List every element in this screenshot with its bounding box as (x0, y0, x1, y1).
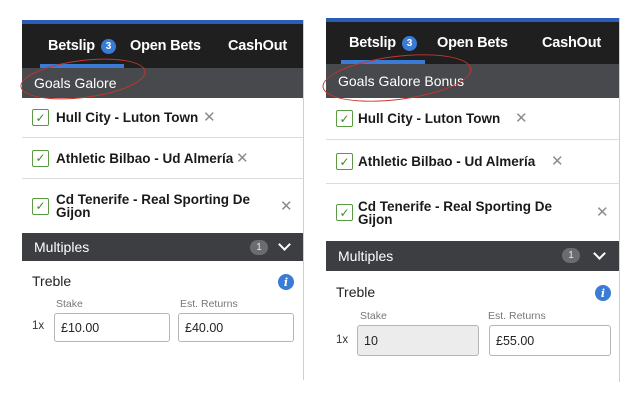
check-icon[interactable]: ✓ (336, 204, 353, 221)
betslip-header: Betslip 3 Open Bets CashOut (326, 18, 619, 64)
close-icon[interactable]: ✕ (280, 199, 293, 214)
multiples-label: Multiples (338, 248, 394, 264)
close-icon[interactable]: ✕ (551, 154, 564, 169)
bet-multiplier: 1x (32, 320, 45, 332)
tab-open-bets-label: Open Bets (130, 38, 201, 54)
close-icon[interactable]: ✕ (596, 205, 609, 220)
selection-row: ✓ Cd Tenerife - Real Sporting De Gijon ✕ (22, 179, 303, 233)
tab-open-bets-label: Open Bets (437, 35, 508, 51)
selection-name: Cd Tenerife - Real Sporting De Gijon (56, 192, 251, 220)
close-icon[interactable]: ✕ (515, 111, 528, 126)
info-icon[interactable]: i (278, 274, 294, 290)
tab-betslip-label: Betslip (349, 35, 396, 51)
promo-title: Goals Galore (34, 75, 117, 91)
promo-title: Goals Galore Bonus (338, 73, 465, 89)
betslip-count-badge: 3 (100, 38, 116, 54)
check-icon[interactable]: ✓ (32, 149, 49, 167)
selection-name: Athletic Bilbao - Ud Almería (358, 154, 536, 169)
selection-row: ✓ Hull City - Luton Town ✕ (326, 98, 619, 140)
chevron-down-icon[interactable] (593, 247, 606, 260)
tab-open-bets[interactable]: Open Bets (130, 24, 201, 68)
betslip-panel-left: Betslip 3 Open Bets CashOut Goals Galore… (18, 20, 304, 380)
selection-row: ✓ Athletic Bilbao - Ud Almería ✕ (22, 138, 303, 179)
betslip-panel-right: Betslip 3 Open Bets CashOut Goals Galore… (319, 18, 620, 382)
bet-type-label: Treble (336, 284, 376, 300)
promo-title-bar: Goals Galore (22, 68, 303, 98)
stake-input[interactable]: 10 (357, 325, 479, 356)
tab-betslip[interactable]: Betslip 3 (40, 24, 124, 68)
betslip-header: Betslip 3 Open Bets CashOut (22, 20, 303, 68)
stake-input[interactable]: £10.00 (54, 313, 170, 342)
bet-multiplier: 1x (336, 334, 349, 346)
selection-name: Athletic Bilbao - Ud Almería (56, 150, 234, 166)
tab-betslip[interactable]: Betslip 3 (341, 22, 425, 64)
info-icon[interactable]: i (595, 285, 611, 301)
tab-cashout[interactable]: CashOut (228, 24, 287, 68)
bet-type-label: Treble (32, 273, 72, 289)
multiples-header[interactable]: Multiples 1 (326, 241, 619, 271)
chevron-down-icon[interactable] (278, 238, 291, 251)
selection-name: Hull City - Luton Town (358, 111, 501, 126)
close-icon[interactable]: ✕ (236, 151, 249, 166)
tab-cashout[interactable]: CashOut (542, 22, 601, 64)
multiples-count: 1 (250, 240, 268, 255)
check-icon[interactable]: ✓ (336, 153, 353, 170)
stake-label: Stake (56, 298, 83, 310)
multiples-count: 1 (562, 248, 580, 263)
returns-label: Est. Returns (180, 298, 238, 310)
multiples-label: Multiples (34, 239, 90, 255)
multiples-header[interactable]: Multiples 1 (22, 233, 303, 261)
check-icon[interactable]: ✓ (32, 109, 49, 126)
check-icon[interactable]: ✓ (32, 197, 49, 215)
tab-cashout-label: CashOut (228, 38, 288, 54)
check-icon[interactable]: ✓ (336, 110, 353, 127)
tab-open-bets[interactable]: Open Bets (437, 22, 508, 64)
stake-label: Stake (360, 310, 387, 322)
selection-name: Cd Tenerife - Real Sporting De Gijon (358, 198, 553, 227)
betslip-count-badge: 3 (401, 35, 417, 51)
returns-field: £40.00 (178, 313, 294, 342)
tab-cashout-label: CashOut (542, 35, 602, 51)
selection-row: ✓ Athletic Bilbao - Ud Almería ✕ (326, 140, 619, 184)
returns-field: £55.00 (489, 325, 611, 356)
selection-name: Hull City - Luton Town (56, 110, 199, 125)
returns-label: Est. Returns (488, 310, 546, 322)
close-icon[interactable]: ✕ (203, 110, 216, 125)
promo-title-bar: Goals Galore Bonus (326, 64, 619, 98)
selection-row: ✓ Hull City - Luton Town ✕ (22, 98, 303, 138)
selection-row: ✓ Cd Tenerife - Real Sporting De Gijon ✕ (326, 184, 619, 241)
tab-betslip-label: Betslip (48, 38, 95, 54)
